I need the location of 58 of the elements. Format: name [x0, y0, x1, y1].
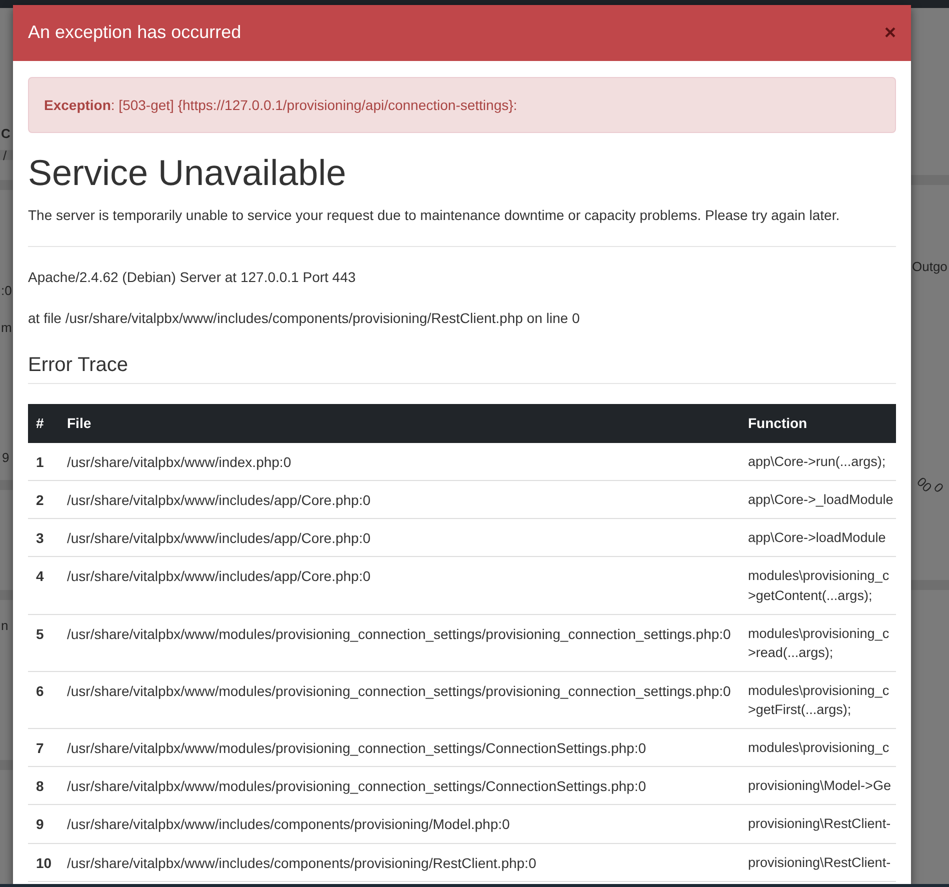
- background-text: n: [1, 617, 8, 635]
- table-cell: /usr/share/vitalpbx/www/modules/provisioning_connection_settings/provisioning_connection_settings.php:0: [59, 671, 740, 728]
- background-panel-strip: [911, 175, 949, 185]
- table-cell: 5: [28, 614, 59, 672]
- table-cell: /usr/share/vitalpbx/www/includes/app/Core.php:0: [59, 556, 740, 614]
- error-heading: Service Unavailable: [28, 153, 348, 193]
- table-cell-text: modules\provisioning_c: [748, 567, 890, 586]
- modal-title: An exception has occurred: [28, 22, 242, 44]
- background-panel-strip: [0, 150, 13, 160]
- table-cell-text: provisioning\RestClient-: [748, 815, 892, 834]
- column-header: Function: [740, 404, 896, 443]
- table-cell: 9: [28, 804, 59, 844]
- background-panel-strip: [0, 180, 13, 190]
- table-cell: 3: [28, 518, 59, 557]
- background-text: 9: [2, 449, 10, 467]
- table-cell: /usr/share/vitalpbx/www/modules/provisioning_connection_settings/provisioning_connection_settings.php:0: [59, 614, 740, 672]
- table-cell-text: >read(...args);: [748, 644, 834, 662]
- table-cell: 2: [28, 480, 59, 519]
- table-cell: /usr/share/vitalpbx/www/modules/provisioning_connection_settings/ConnectionSettings.php:0: [59, 766, 740, 805]
- background-panel-strip: [911, 580, 949, 590]
- table-cell: /usr/share/vitalpbx/www/includes/components/provisioning/RestClient.php:0: [59, 843, 740, 882]
- table-cell-text: >getFirst(...args);: [748, 701, 852, 720]
- table-cell: 8: [28, 766, 59, 805]
- table-cell: 6: [28, 671, 59, 728]
- table-cell: /usr/share/vitalpbx/www/modules/provisioning_connection_settings/ConnectionSettings.php:0: [59, 728, 740, 767]
- table-cell: /usr/share/vitalpbx/www/index.php:0: [59, 442, 740, 480]
- table-cell-text: app\Core->run(...args);: [748, 452, 887, 471]
- table-cell: /usr/share/vitalpbx/www/includes/components/provisioning/Model.php:0: [59, 804, 740, 844]
- background-panel-strip: [0, 760, 13, 770]
- exception-alert: Exception: [503-get] {https://127.0.0.1/provisioning/api/connection-settings}:: [28, 77, 896, 133]
- background-panel-strip: [0, 590, 13, 600]
- table-cell: 10: [28, 843, 59, 882]
- column-header: File: [59, 404, 740, 443]
- background-text: :0: [1, 282, 12, 300]
- table-cell-text: modules\provisioning_c: [748, 624, 890, 643]
- background-text: m: [1, 319, 12, 337]
- server-signature: Apache/2.4.62 (Debian) Server at 127.0.0.1 Port 443: [28, 268, 357, 287]
- table-cell-text: modules\provisioning_c: [748, 682, 890, 700]
- background-panel-strip: [0, 480, 13, 490]
- table-cell-text: app\Core->_loadModule: [748, 490, 894, 509]
- error-location: at file /usr/share/vitalpbx/www/includes/components/provisioning/RestClient.php on line 0: [28, 308, 581, 328]
- error-description: The server is temporarily unable to service your request due to maintenance downtime or capacity problems. Please try again later.: [28, 206, 841, 225]
- section-heading: Error Trace: [28, 352, 896, 384]
- table-cell-text: >getContent(...args);: [748, 587, 874, 606]
- background-text: Outgo: [912, 258, 948, 276]
- table-cell: /usr/share/vitalpbx/www/includes/app/Core.php:0: [59, 518, 740, 557]
- table-cell: 7: [28, 728, 59, 767]
- column-header: #: [28, 404, 59, 443]
- table-cell: /usr/share/vitalpbx/www/includes/app/Core.php:0: [59, 480, 740, 519]
- table-cell-text: provisioning\RestClient-: [748, 854, 892, 872]
- table-cell: 4: [28, 556, 59, 614]
- background-text: C: [1, 125, 10, 143]
- table-cell-text: provisioning\Model->Ge: [748, 777, 892, 796]
- table-cell-text: app\Core->loadModule: [748, 529, 887, 548]
- close-button[interactable]: ×: [884, 23, 896, 43]
- table-cell: 1: [28, 442, 59, 480]
- background-text: /: [3, 147, 7, 165]
- table-cell-text: modules\provisioning_c: [748, 738, 890, 757]
